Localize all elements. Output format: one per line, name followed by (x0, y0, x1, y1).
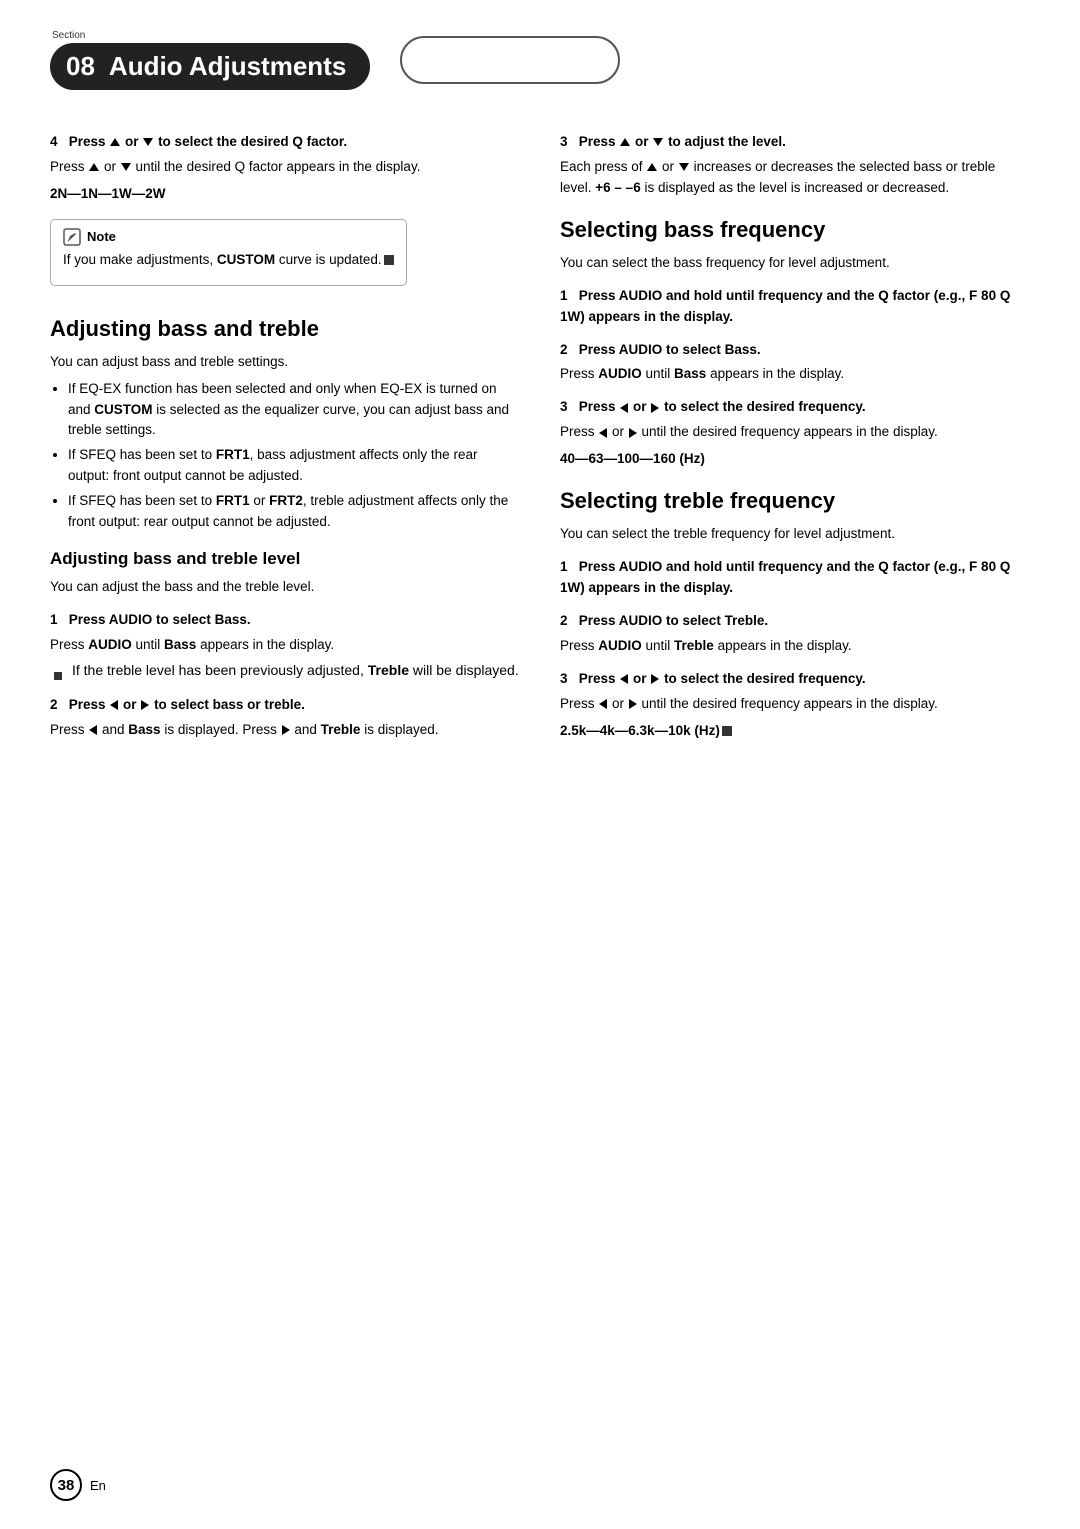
section-pill: 08 Audio Adjustments (50, 43, 370, 90)
sub-heading-level: Adjusting bass and treble level (50, 549, 520, 569)
section-badge: Section 08 Audio Adjustments (50, 30, 370, 90)
selecting-bass-heading: Selecting bass frequency (560, 217, 1030, 243)
main-bullet-list: If EQ-EX function has been selected and … (68, 379, 520, 533)
level-step1-sub-text: If the treble level has been previously … (72, 662, 519, 678)
section-title: Audio Adjustments (109, 51, 346, 82)
bass-step2-body: Press AUDIO until Bass appears in the di… (560, 364, 1030, 385)
level-step2-body: Press and Bass is displayed. Press and T… (50, 720, 520, 741)
bullet-item-1: If EQ-EX function has been selected and … (68, 379, 520, 442)
main-intro: You can adjust bass and treble settings. (50, 352, 520, 373)
content-area: 4 Press or to select the desired Q facto… (50, 120, 1030, 747)
treble-step3-body: Press or until the desired frequency app… (560, 694, 1030, 715)
section-number: 08 (66, 51, 95, 82)
page-lang: En (90, 1478, 106, 1493)
right-column: 3 Press or to adjust the level. Each pre… (560, 120, 1030, 747)
right-step3-body: Each press of or increases or decreases … (560, 157, 1030, 199)
bass-step3-body: Press or until the desired frequency app… (560, 422, 1030, 443)
treble-step2-heading: 2 Press AUDIO to select Treble. (560, 611, 1030, 632)
treble-step2-body: Press AUDIO until Treble appears in the … (560, 636, 1030, 657)
bass-step3-sequence: 40—63—100—160 (Hz) (560, 449, 1030, 470)
bullet-item-2: If SFEQ has been set to FRT1, bass adjus… (68, 445, 520, 487)
bass-step2-heading: 2 Press AUDIO to select Bass. (560, 340, 1030, 361)
header-right-pill (400, 36, 620, 84)
note-label: Note (87, 229, 116, 244)
bass-step3-heading: 3 Press or to select the desired frequen… (560, 397, 1030, 418)
treble-step3-heading: 3 Press or to select the desired frequen… (560, 669, 1030, 690)
intro-step4-body: Press or until the desired Q factor appe… (50, 157, 520, 178)
bullet-item-3: If SFEQ has been set to FRT1 or FRT2, tr… (68, 491, 520, 533)
note-body: If you make adjustments, CUSTOM curve is… (63, 250, 394, 271)
page-number-area: 38 En (50, 1469, 106, 1501)
selecting-treble-intro: You can select the treble frequency for … (560, 524, 1030, 545)
level-step1-subbullet: If the treble level has been previously … (50, 662, 520, 683)
note-icon-row: Note (63, 228, 394, 246)
treble-step1-heading: 1 Press AUDIO and hold until frequency a… (560, 557, 1030, 599)
page: Section 08 Audio Adjustments 4 Press or … (0, 0, 1080, 1529)
note-box: Note If you make adjustments, CUSTOM cur… (50, 219, 407, 286)
intro-step4-sequence: 2N—1N—1W—2W (50, 184, 520, 205)
left-column: 4 Press or to select the desired Q facto… (50, 120, 520, 747)
page-number: 38 (50, 1469, 82, 1501)
note-pencil-icon (63, 228, 81, 246)
main-heading: Adjusting bass and treble (50, 316, 520, 342)
right-step3-heading: 3 Press or to adjust the level. (560, 132, 1030, 153)
section-label: Section (52, 30, 85, 41)
selecting-bass-intro: You can select the bass frequency for le… (560, 253, 1030, 274)
treble-step3-sequence: 2.5k—4k—6.3k—10k (Hz) (560, 721, 1030, 742)
level-step2-heading: 2 Press or to select bass or treble. (50, 695, 520, 716)
square-bullet-icon (54, 667, 66, 683)
bass-step1-heading: 1 Press AUDIO and hold until frequency a… (560, 286, 1030, 328)
selecting-treble-heading: Selecting treble frequency (560, 488, 1030, 514)
level-step1-body: Press AUDIO until Bass appears in the di… (50, 635, 520, 656)
intro-step4-heading: 4 Press or to select the desired Q facto… (50, 132, 520, 153)
page-header: Section 08 Audio Adjustments (50, 30, 1030, 90)
level-intro: You can adjust the bass and the treble l… (50, 577, 520, 598)
level-step1-heading: 1 Press AUDIO to select Bass. (50, 610, 520, 631)
